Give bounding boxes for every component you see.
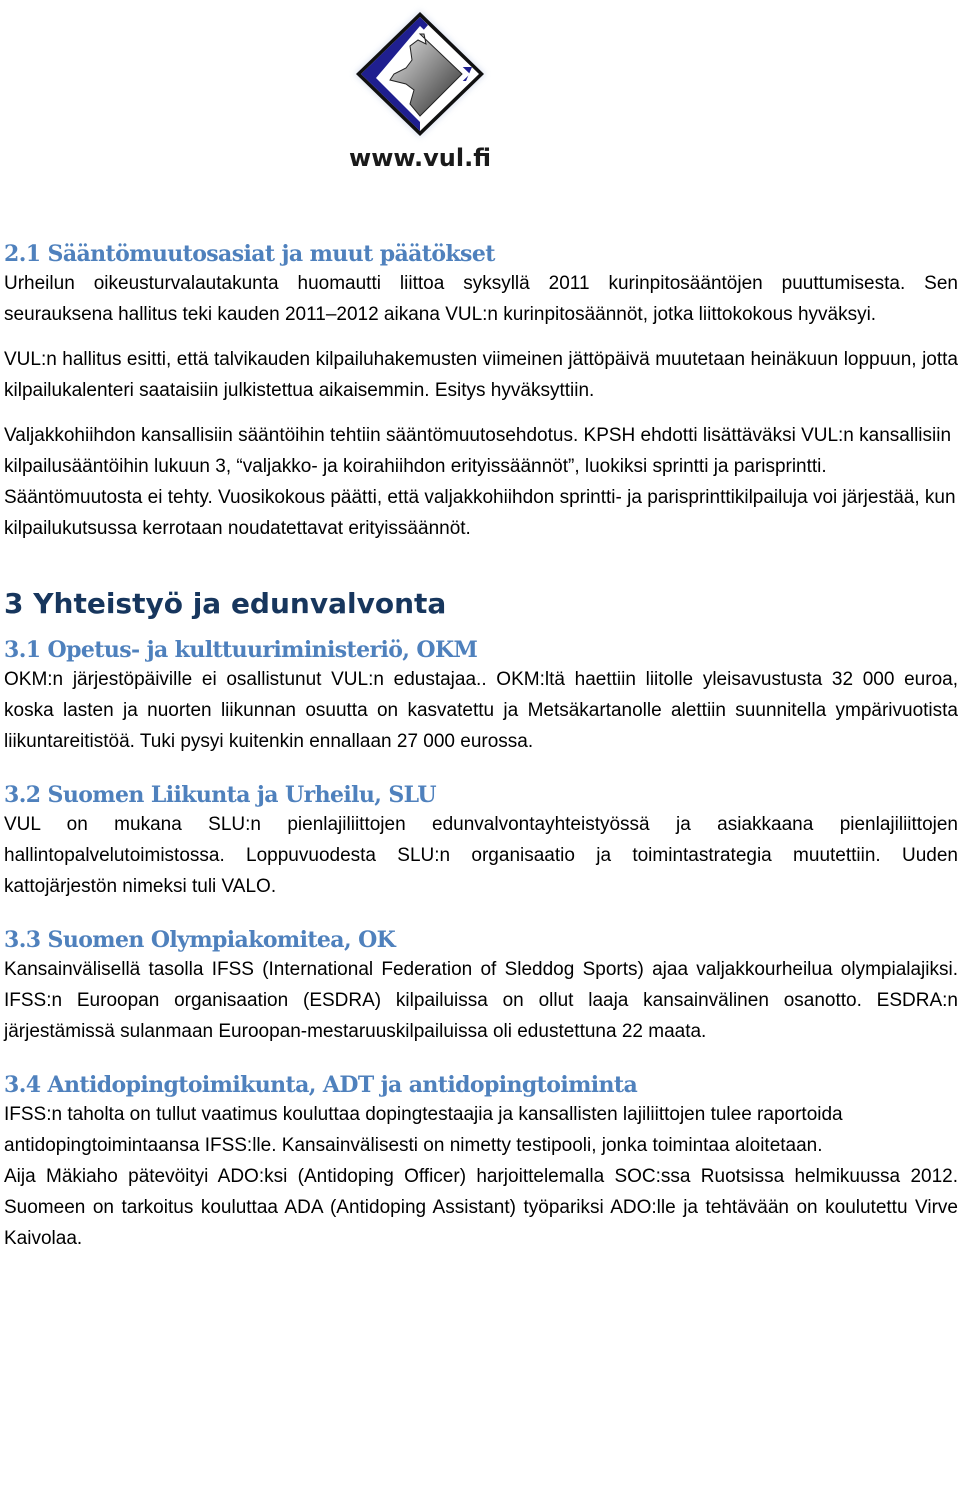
- vul-diamond-logo-icon: [354, 10, 486, 138]
- section-3-2-paragraph: VUL on mukana SLU:n pienlajiliittojen ed…: [4, 814, 958, 897]
- section-3-3-paragraph: Kansainvälisellä tasolla IFSS (Internati…: [4, 959, 958, 1042]
- section-2-1-heading: 2.1 Sääntömuutosasiat ja muut päätökset: [4, 241, 495, 267]
- section-2-1-paragraph: Valjakkohiihdon kansallisiin sääntöihin …: [4, 425, 956, 539]
- section-3-1-paragraph: OKM:n järjestöpäiville ei osallistunut V…: [4, 669, 958, 752]
- document-page: 2.1 Sääntömuutosasiat ja muut päätökset …: [4, 240, 958, 1254]
- section-3-4-heading: 3.4 Antidopingtoimikunta, ADT ja antidop…: [4, 1072, 638, 1098]
- section-3-heading: 3 Yhteistyö ja edunvalvonta: [4, 587, 447, 620]
- section-3-2-heading: 3.2 Suomen Liikunta ja Urheilu, SLU: [4, 782, 437, 808]
- section-3-1-heading: 3.1 Opetus- ja kulttuuriministeriö, OKM: [4, 637, 478, 663]
- section-2-1-paragraph: VUL:n hallitus esitti, että talvikauden …: [4, 349, 958, 401]
- vul-logo: www.vul.fi: [340, 4, 500, 184]
- section-3-4-paragraph: Aija Mäkiaho pätevöityi ADO:ksi (Antidop…: [4, 1166, 958, 1249]
- section-3-4-paragraph: IFSS:n taholta on tullut vaatimus koulut…: [4, 1104, 843, 1156]
- logo-url-text: www.vul.fi: [349, 144, 491, 172]
- section-3-3-heading: 3.3 Suomen Olympiakomitea, OK: [4, 927, 396, 953]
- section-2-1-paragraph: Urheilun oikeusturvalautakunta huomautti…: [4, 273, 958, 325]
